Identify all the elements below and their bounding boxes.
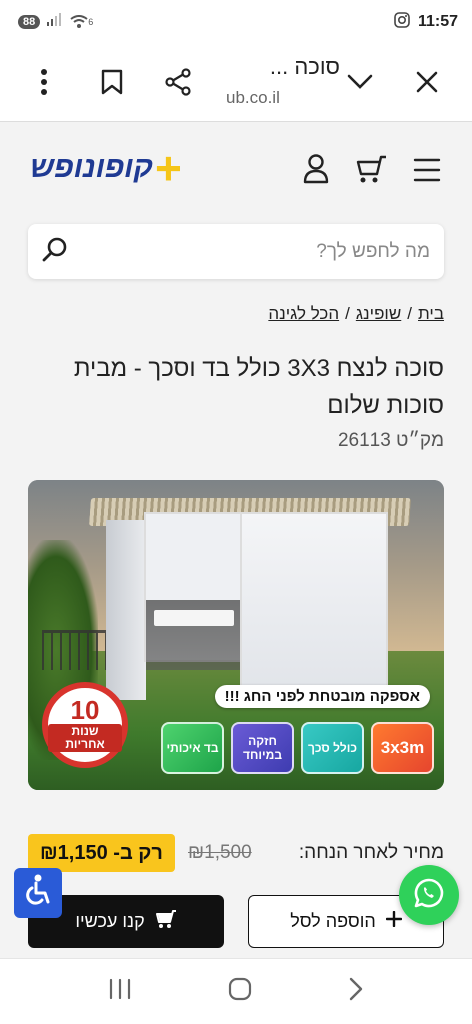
recent-apps-icon[interactable] [108, 978, 132, 1005]
search-bar[interactable]: מה לחפש לך? [28, 224, 444, 279]
warranty-seal: 10 שנות אחריות [42, 682, 128, 768]
search-icon[interactable] [42, 236, 68, 267]
feature-badges: 3x3m כולל סכך חזקה במיוחד בד איכותי [161, 722, 434, 774]
accessibility-icon [23, 874, 53, 913]
product-sku: מק״ט 26113 [337, 430, 444, 451]
more-options-icon[interactable] [26, 64, 62, 100]
logo-text: קופונופש [30, 151, 153, 184]
breadcrumb-shopping[interactable]: שופינג [356, 304, 401, 324]
sukkah-side-wall [106, 520, 146, 700]
home-icon[interactable] [228, 977, 252, 1006]
warranty-number: 10 [70, 695, 100, 725]
browser-toolbar: סוכה ... ub.co.il [0, 44, 472, 122]
chevron-down-icon[interactable] [342, 64, 378, 100]
clock: 11:57 [417, 13, 458, 30]
wifi-icon: 6 [70, 15, 93, 29]
cart-icon [155, 909, 177, 934]
badge-sechach: כולל סכך [301, 722, 364, 774]
badge-size: 3x3m [371, 722, 434, 774]
site-header: + קופונופש [0, 123, 472, 218]
breadcrumb-separator: / [407, 304, 412, 323]
user-icon[interactable] [303, 154, 329, 189]
price-original: ₪1,500 [188, 842, 252, 863]
product-title: סוכה לנצח 3X3 כולל בד וסכך - מבית סוכות … [73, 355, 444, 419]
breadcrumb-separator: / [345, 304, 350, 323]
network-label: 6 [88, 17, 94, 27]
price-label: מחיר לאחר הנחה: [298, 842, 444, 863]
badge-strong: חזקה במיוחד [231, 722, 294, 774]
search-input[interactable]: מה לחפש לך? [68, 241, 430, 263]
bookmark-icon[interactable] [94, 64, 130, 100]
sukkah-table [154, 610, 234, 626]
battery-badge: 88 [18, 15, 41, 29]
signal-icon [46, 13, 64, 31]
plus-icon [385, 910, 403, 932]
warranty-text: שנות אחריות [48, 724, 122, 752]
system-nav-bar [0, 958, 472, 1024]
logo-plus: + [154, 142, 182, 194]
add-to-cart-label: הוספה לסל [290, 911, 376, 931]
status-bar: 88 6 11:57 [0, 0, 472, 44]
cart-icon[interactable] [355, 154, 387, 189]
close-icon[interactable] [409, 64, 445, 100]
badge-fabric: בד איכותי [161, 722, 224, 774]
whatsapp-button[interactable] [399, 865, 459, 925]
page-title: סוכה ... [269, 54, 340, 79]
delivery-ribbon: אספקה מובטחת לפני החג !!! [214, 685, 430, 708]
buy-now-label: קנו עכשיו [75, 911, 145, 931]
hamburger-menu-icon[interactable] [413, 158, 441, 187]
breadcrumb-garden[interactable]: הכל לגינה [268, 304, 339, 324]
product-image[interactable]: אספקה מובטחת לפני החג !!! 3x3m כולל סכך … [28, 480, 444, 790]
whatsapp-icon [413, 877, 445, 914]
site-logo[interactable]: + קופונופש [30, 142, 182, 194]
share-icon[interactable] [160, 64, 196, 100]
price-discounted: רק ב- ₪1,150 [28, 834, 175, 872]
page-url: ub.co.il [226, 88, 280, 107]
accessibility-button[interactable] [14, 868, 62, 918]
breadcrumb-home[interactable]: בית [418, 304, 444, 324]
instagram-icon [394, 11, 410, 33]
breadcrumb: בית / שופינג / הכל לגינה [268, 304, 444, 324]
sukkah-right-wall [240, 512, 388, 688]
back-icon[interactable] [348, 977, 364, 1006]
